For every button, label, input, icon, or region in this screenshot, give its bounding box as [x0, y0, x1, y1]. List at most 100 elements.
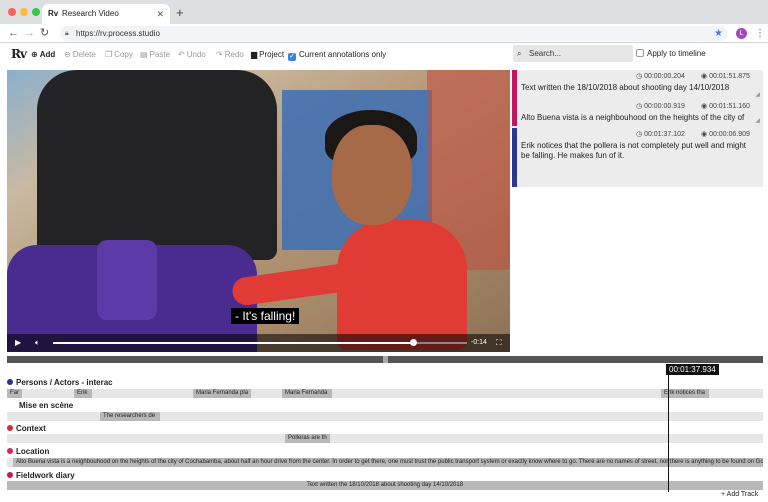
video-subtitle: - It's falling!	[231, 308, 300, 324]
apply-to-timeline-toggle[interactable]: Apply to timeline	[636, 45, 706, 62]
annotation-end-time[interactable]: ◉ 00:00:06.909	[701, 130, 750, 138]
folder-icon: ▆	[251, 50, 258, 59]
current-annotations-label: Current annotations only	[299, 50, 387, 59]
track-name: Context	[16, 424, 46, 433]
seek-handle[interactable]	[410, 339, 418, 346]
track-lane[interactable]: Alto Buena vista is a neighbouhood on th…	[7, 458, 763, 467]
back-icon[interactable]: ←	[8, 24, 19, 43]
timeline: Persons / Actors - interac Far Erik Mari…	[7, 372, 763, 490]
annotation-item[interactable]: ◷ 00:00:00.204 ◉ 00:01:51.875 Text writt…	[512, 70, 763, 100]
add-label: Add	[39, 50, 56, 59]
end-time-value: 00:00:06.909	[709, 131, 750, 138]
undo-button[interactable]: ↶ Undo	[178, 44, 206, 66]
annotation-start-time[interactable]: ◷ 00:00:00.919	[636, 102, 685, 110]
fullscreen-icon[interactable]: ⛶	[496, 334, 502, 352]
annotation-end-time[interactable]: ◉ 00:01:51.160	[701, 102, 750, 110]
timeline-segment[interactable]: Erik	[74, 389, 92, 398]
undo-label: Undo	[186, 50, 206, 59]
timeline-segment[interactable]: Text written the 18/10/2018 about shooti…	[7, 481, 763, 490]
annotation-start-time[interactable]: ◷ 00:01:37.102	[636, 130, 685, 138]
timeline-scroll-bar[interactable]	[7, 356, 763, 363]
timeline-segment[interactable]: Polleras are th	[285, 434, 330, 443]
volume-icon[interactable]: 🔈︎	[35, 334, 40, 352]
track-name: Fieldwork diary	[16, 471, 75, 480]
track-name: Persons / Actors - interac	[16, 378, 113, 387]
new-tab-icon[interactable]: +	[176, 4, 184, 22]
playhead-time: 00:01:37.934	[666, 364, 719, 375]
resize-grip-icon[interactable]: ◢	[755, 91, 760, 98]
track-header[interactable]: Context	[7, 423, 46, 434]
annotation-list: ◷ 00:00:00.204 ◉ 00:01:51.875 Text writt…	[512, 70, 763, 187]
annotation-end-time[interactable]: ◉ 00:01:51.875	[701, 72, 750, 80]
checkbox-checked-icon[interactable]: ✓	[288, 53, 296, 61]
redo-button[interactable]: ↷ Redo	[216, 44, 244, 66]
track-header[interactable]: Location	[7, 446, 49, 457]
add-button[interactable]: ⊕ Add	[31, 44, 55, 66]
app-logo: Rv	[11, 47, 27, 61]
delete-button[interactable]: ⊖ Delete	[64, 44, 96, 66]
video-skirt-fold	[97, 240, 157, 320]
project-button[interactable]: ▆ Project	[251, 44, 284, 66]
resize-grip-icon[interactable]: ◢	[755, 117, 760, 124]
track-header[interactable]: Mise en scène	[7, 400, 73, 411]
annotation-text[interactable]: Text written the 18/10/2018 about shooti…	[521, 83, 757, 93]
timeline-segment[interactable]: Alto Buena vista is a neighbouhood on th…	[13, 458, 763, 467]
play-icon[interactable]: ▶	[15, 334, 21, 352]
url-field[interactable]: 🔒︎ https://rv.process.studio	[60, 26, 728, 41]
start-time-value: 00:00:00.204	[644, 73, 685, 80]
timeline-segment[interactable]: The researchers de	[100, 412, 160, 421]
playhead-line[interactable]	[668, 364, 669, 492]
timeline-segment[interactable]: Maria Fernanda pla	[193, 389, 251, 398]
time-remaining: -0:14	[471, 339, 487, 346]
bookmark-star-icon[interactable]: ★	[714, 24, 723, 43]
track-header[interactable]: Fieldwork diary	[7, 470, 75, 481]
video-player[interactable]: - It's falling! ▶ 🔈︎ -0:14 ⛶	[7, 70, 510, 352]
video-person-adult	[37, 70, 277, 260]
add-icon: ⊕	[31, 50, 38, 59]
video-seek-bar[interactable]	[53, 339, 467, 346]
seek-progress	[53, 342, 414, 344]
track-lane[interactable]: The researchers de	[7, 412, 763, 421]
search-placeholder: Search...	[529, 49, 562, 58]
track-color-dot	[7, 472, 13, 478]
video-controls: ▶ 🔈︎ -0:14 ⛶	[7, 334, 510, 352]
checkbox-unchecked-icon[interactable]	[636, 49, 644, 57]
annotation-text[interactable]: Erik notices that the pollera is not com…	[521, 141, 757, 161]
url-text: https://rv.process.studio	[76, 29, 160, 38]
copy-button[interactable]: ❐ Copy	[105, 44, 133, 66]
close-window-icon[interactable]	[8, 8, 16, 16]
track-lane[interactable]: Far Erik Maria Fernanda pla Maria Fernan…	[7, 389, 763, 398]
reload-icon[interactable]: ↻	[40, 24, 49, 43]
close-tab-icon[interactable]: ✕	[156, 4, 164, 24]
profile-avatar[interactable]: L	[736, 28, 747, 39]
annotation-item[interactable]: ◷ 00:01:37.102 ◉ 00:00:06.909 Erik notic…	[512, 128, 763, 187]
start-time-value: 00:00:00.919	[644, 103, 685, 110]
browser-tab[interactable]: Rv Research Video ✕	[42, 4, 170, 24]
track-lane[interactable]: Text written the 18/10/2018 about shooti…	[7, 481, 763, 490]
track-header[interactable]: Persons / Actors - interac	[7, 377, 113, 388]
paste-button[interactable]: ▤ Paste	[140, 44, 170, 66]
annotation-item[interactable]: ◷ 00:00:00.919 ◉ 00:01:51.160 Alto Buena…	[512, 100, 763, 126]
add-track-button[interactable]: + Add Track	[721, 490, 758, 500]
tab-title: Research Video	[62, 9, 119, 18]
timeline-scroll-handle[interactable]	[383, 356, 388, 363]
address-bar: ← → ↻ 🔒︎ https://rv.process.studio ★ L ⋮	[0, 24, 768, 43]
redo-icon: ↷	[216, 50, 223, 59]
track-name: Location	[16, 447, 50, 456]
annotation-start-time[interactable]: ◷ 00:00:00.204	[636, 72, 685, 80]
annotation-text[interactable]: Alto Buena vista is a neighbouhood on th…	[521, 113, 757, 123]
maximize-window-icon[interactable]	[32, 8, 40, 16]
browser-menu-icon[interactable]: ⋮	[755, 24, 765, 43]
timeline-segment[interactable]: Far	[7, 389, 22, 398]
track-lane[interactable]: Polleras are th	[7, 434, 763, 443]
paste-icon: ▤	[140, 50, 148, 59]
search-input[interactable]: ⌕ Search...	[513, 45, 633, 62]
search-icon: ⌕	[517, 49, 522, 58]
minimize-window-icon[interactable]	[20, 8, 28, 16]
video-child-face	[332, 125, 412, 225]
undo-icon: ↶	[178, 50, 185, 59]
forward-icon[interactable]: →	[24, 24, 35, 43]
apply-to-timeline-label: Apply to timeline	[647, 49, 706, 58]
timeline-segment[interactable]: Maria Fernanda	[282, 389, 332, 398]
current-annotations-toggle[interactable]: ✓ Current annotations only	[288, 44, 386, 66]
